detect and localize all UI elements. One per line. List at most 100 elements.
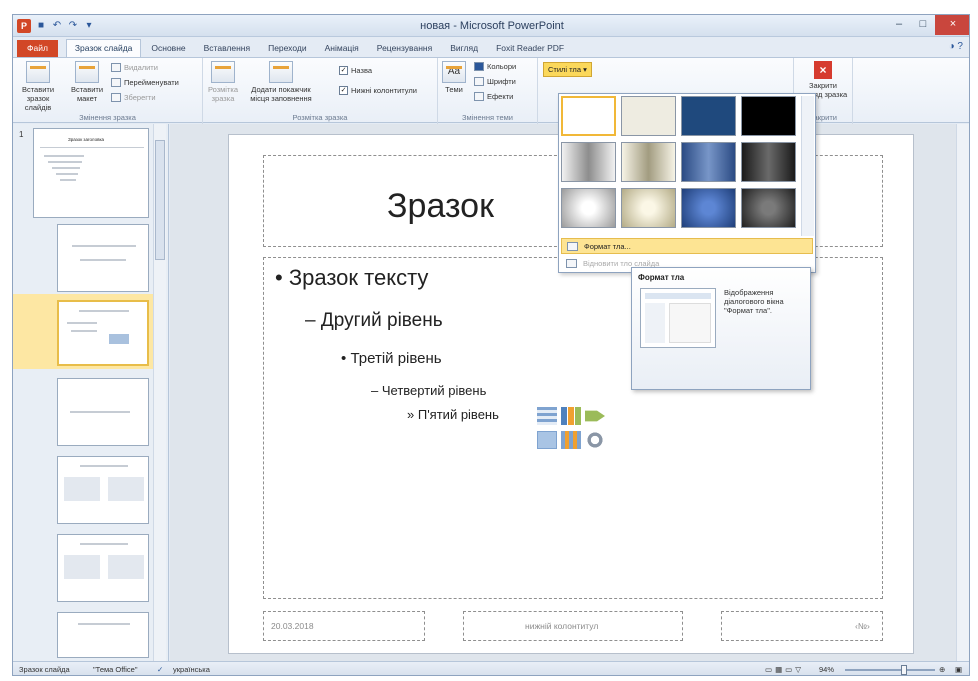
- tab-view[interactable]: Вигляд: [442, 40, 486, 57]
- bg-style-10[interactable]: [621, 188, 676, 228]
- insert-layout-button[interactable]: Вставити макет: [65, 61, 109, 103]
- format-background-icon: [567, 242, 578, 251]
- tab-insert[interactable]: Вставлення: [196, 40, 258, 57]
- spellcheck-icon[interactable]: ✓: [157, 665, 163, 674]
- layout-thumbnail[interactable]: [57, 224, 149, 292]
- themes-label: Теми: [445, 85, 463, 94]
- help-icon[interactable]: ◑ ?: [949, 41, 963, 52]
- colors-button[interactable]: Кольори: [474, 62, 516, 71]
- bg-style-1[interactable]: [561, 96, 616, 136]
- slide-title[interactable]: Зразок: [387, 187, 494, 226]
- master-layout-label: Розмітка зразка: [207, 85, 239, 103]
- zoom-slider[interactable]: [845, 669, 935, 671]
- zoom-slider-knob[interactable]: [901, 665, 907, 675]
- tab-file[interactable]: Файл: [17, 40, 58, 57]
- maximize-icon[interactable]: □: [911, 15, 935, 35]
- tab-animations[interactable]: Анімація: [317, 40, 367, 57]
- bullet-level-1[interactable]: • Зразок тексту: [275, 265, 428, 291]
- footer-text[interactable]: нижній колонтитул: [525, 621, 598, 631]
- delete-button[interactable]: Видалити: [111, 63, 158, 72]
- format-background-label: Формат тла...: [584, 242, 631, 251]
- gallery-scrollbar[interactable]: [801, 96, 814, 236]
- bullet-level-3[interactable]: • Третій рівень: [341, 350, 442, 367]
- ribbon-tabs: Файл Зразок слайда Основне Вставлення Пе…: [13, 37, 969, 57]
- window-title: новая - Microsoft PowerPoint: [420, 20, 564, 32]
- thumbnail-line: [71, 330, 97, 332]
- layout-thumbnail[interactable]: [57, 612, 149, 658]
- bg-style-7[interactable]: [681, 142, 736, 182]
- layout-thumbnail-selected[interactable]: [57, 300, 149, 366]
- bg-style-6[interactable]: [621, 142, 676, 182]
- fonts-icon: [474, 77, 484, 86]
- powerpoint-window: P ■ ↶ ↷ ▾ новая - Microsoft PowerPoint –…: [12, 14, 970, 676]
- fit-slide-icon[interactable]: ▣: [955, 665, 962, 674]
- bg-style-3[interactable]: [681, 96, 736, 136]
- preserve-button[interactable]: Зберегти: [111, 93, 156, 102]
- tab-slide-master[interactable]: Зразок слайда: [65, 39, 142, 57]
- status-language[interactable]: українська: [173, 665, 210, 674]
- insert-picture-icon[interactable]: [537, 431, 557, 449]
- date-text[interactable]: 20.03.2018: [271, 621, 314, 631]
- zoom-in-icon[interactable]: ⊕: [939, 665, 945, 674]
- layout-thumbnail[interactable]: [57, 378, 149, 446]
- footers-checkbox[interactable]: ✓ Нижні колонтитули: [339, 86, 417, 95]
- thumbnail-scrollbar[interactable]: [153, 124, 166, 661]
- thumbnail-scroll-thumb[interactable]: [155, 140, 165, 260]
- bg-style-2[interactable]: [621, 96, 676, 136]
- bullet-mark-2: –: [305, 310, 316, 331]
- title-checkbox[interactable]: ✓ Назва: [339, 66, 372, 75]
- themes-icon: Aa: [442, 61, 466, 83]
- master-layout-button[interactable]: Розмітка зразка: [205, 61, 241, 103]
- bg-style-5[interactable]: [561, 142, 616, 182]
- tab-home[interactable]: Основне: [143, 40, 193, 57]
- view-buttons[interactable]: ▭▦▭▽: [765, 665, 804, 674]
- minimize-icon[interactable]: –: [887, 15, 911, 35]
- fonts-label: Шрифти: [487, 77, 516, 86]
- insert-clipart-icon[interactable]: [561, 431, 581, 449]
- insert-layout-icon: [75, 61, 99, 83]
- thumbnail-line: [52, 167, 80, 169]
- effects-button[interactable]: Ефекти: [474, 92, 513, 101]
- insert-master-button[interactable]: Вставити зразок слайдів: [15, 61, 61, 112]
- tab-transitions[interactable]: Переходи: [260, 40, 315, 57]
- insert-media-icon[interactable]: [585, 431, 605, 449]
- bullet-text-3: Третій рівень: [350, 350, 442, 367]
- insert-smartart-icon[interactable]: [585, 410, 605, 422]
- footers-check-icon: ✓: [339, 86, 348, 95]
- insert-placeholder-button[interactable]: Додати покажчик місця заповнення: [243, 61, 319, 103]
- tab-review[interactable]: Рецензування: [369, 40, 440, 57]
- thumbnail-divider: [40, 147, 144, 148]
- fonts-button[interactable]: Шрифти: [474, 77, 516, 86]
- bullet-level-2[interactable]: – Другий рівень: [305, 310, 443, 332]
- thumbnail-line: [72, 245, 136, 247]
- layout-thumbnail[interactable]: [57, 534, 149, 602]
- thumbnail-line: [80, 259, 126, 261]
- slide-number-text[interactable]: ‹№›: [855, 621, 870, 631]
- rename-button[interactable]: Перейменувати: [111, 78, 179, 87]
- format-background-item[interactable]: Формат тла...: [561, 238, 813, 254]
- bg-style-4[interactable]: [741, 96, 796, 136]
- tooltip-preview-content: [669, 303, 711, 343]
- bg-style-11[interactable]: [681, 188, 736, 228]
- bullet-text-2: Другий рівень: [320, 310, 443, 331]
- title-bar: P ■ ↶ ↷ ▾ новая - Microsoft PowerPoint –…: [13, 15, 969, 37]
- zoom-level[interactable]: 94%: [819, 665, 834, 674]
- layout-thumbnail[interactable]: [57, 456, 149, 524]
- master-thumbnail[interactable]: Зразок заголовка: [33, 128, 149, 218]
- reset-background-icon: [566, 259, 577, 268]
- thumbnail-line: [70, 411, 130, 413]
- themes-button[interactable]: Aa Теми: [442, 61, 466, 94]
- insert-chart-icon[interactable]: [561, 407, 581, 425]
- tooltip-preview: [640, 288, 716, 348]
- background-styles-button[interactable]: Стилі тла ▾: [543, 62, 592, 77]
- bg-style-9[interactable]: [561, 188, 616, 228]
- bullet-level-5[interactable]: » П'ятий рівень: [407, 407, 499, 422]
- bg-style-8[interactable]: [741, 142, 796, 182]
- bullet-level-4[interactable]: – Четвертий рівень: [371, 383, 486, 398]
- tab-foxit[interactable]: Foxit Reader PDF: [488, 40, 572, 57]
- insert-table-icon[interactable]: [537, 407, 557, 425]
- vertical-scrollbar[interactable]: [956, 124, 969, 661]
- close-window-icon[interactable]: ×: [935, 15, 969, 35]
- bg-style-12[interactable]: [741, 188, 796, 228]
- group-edit-master: Вставити зразок слайдів Вставити макет В…: [13, 58, 203, 124]
